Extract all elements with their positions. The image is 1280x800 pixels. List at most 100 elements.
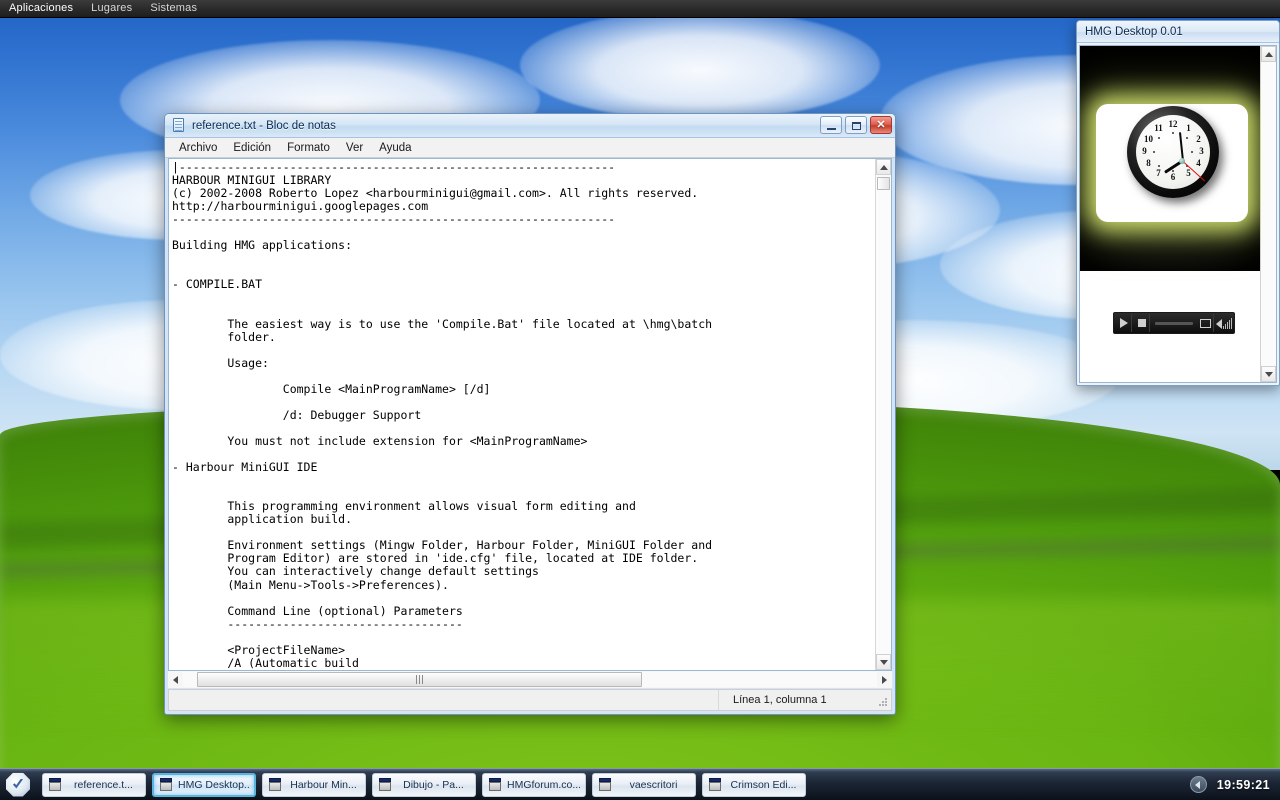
status-segment-empty (169, 690, 719, 710)
scroll-thumb-grip-icon (416, 675, 423, 684)
menu-formato[interactable]: Formato (279, 140, 338, 156)
menu-lugares[interactable]: Lugares (82, 0, 141, 17)
menu-edicion[interactable]: Edición (225, 140, 279, 156)
window-controls: ✕ (820, 116, 892, 134)
clock-face: 12 1 2 3 4 5 6 7 8 9 10 11 (1136, 115, 1210, 189)
notepad-document-icon (171, 118, 186, 133)
notepad-text-area-container[interactable]: |---------------------------------------… (168, 158, 892, 671)
stop-icon (1138, 319, 1146, 327)
clock-tick (1158, 165, 1160, 167)
taskbar-item-label: Harbour Min... (287, 779, 360, 791)
menu-ver[interactable]: Ver (338, 140, 371, 156)
clock-tick (1153, 151, 1155, 153)
hmg-scroll-track[interactable] (1261, 62, 1276, 366)
clock-number: 9 (1138, 147, 1151, 156)
hmg-window-title: HMG Desktop 0.01 (1077, 21, 1279, 43)
vertical-scrollbar[interactable] (875, 159, 891, 670)
taskbar: reference.t... HMG Desktop.. Harbour Min… (0, 768, 1280, 800)
scroll-right-button[interactable] (877, 672, 892, 687)
taskbar-item-hmgforum[interactable]: HMGforum.co... (482, 773, 586, 797)
fullscreen-button[interactable] (1198, 314, 1214, 332)
scroll-left-icon (173, 676, 178, 684)
scroll-down-button[interactable] (876, 654, 891, 670)
vertical-scroll-track[interactable] (876, 175, 891, 654)
stop-button[interactable] (1134, 314, 1150, 332)
clock-number: 10 (1142, 135, 1155, 144)
hmg-vertical-scrollbar[interactable] (1260, 46, 1276, 382)
close-button[interactable]: ✕ (870, 116, 892, 134)
clock-center-pin (1179, 158, 1185, 164)
menu-ayuda[interactable]: Ayuda (371, 140, 419, 156)
scroll-down-icon (880, 660, 888, 665)
hmg-canvas[interactable]: 12 1 2 3 4 5 6 7 8 9 10 11 (1080, 46, 1260, 382)
notepad-menubar: Archivo Edición Formato Ver Ayuda (165, 138, 895, 158)
taskbar-item-label: Dibujo - Pa... (397, 779, 470, 791)
notepad-text-content[interactable]: |---------------------------------------… (169, 159, 875, 670)
menu-aplicaciones[interactable]: Aplicaciones (0, 0, 82, 17)
close-icon: ✕ (871, 117, 891, 133)
vertical-scroll-thumb[interactable] (877, 177, 890, 190)
resize-grip-icon[interactable] (877, 696, 889, 708)
media-player-toolbar[interactable] (1113, 312, 1235, 334)
clock-number: 12 (1167, 120, 1180, 129)
horizontal-scroll-track[interactable] (183, 672, 877, 687)
scroll-down-icon (1265, 372, 1273, 377)
minimize-button[interactable] (820, 116, 842, 134)
window-icon (598, 778, 613, 792)
collapse-tray-icon[interactable] (1190, 776, 1207, 793)
hmg-window-body[interactable]: 12 1 2 3 4 5 6 7 8 9 10 11 (1079, 45, 1277, 383)
taskbar-clock[interactable]: 19:59:21 (1217, 778, 1270, 792)
clock-number: 7 (1152, 169, 1165, 178)
clock-number: 6 (1167, 173, 1180, 182)
window-icon (159, 778, 174, 792)
clock-tick (1186, 137, 1188, 139)
horizontal-scroll-thumb[interactable] (197, 672, 642, 687)
taskbar-item-dibujo-paint[interactable]: Dibujo - Pa... (372, 773, 476, 797)
gnome-top-panel: Aplicaciones Lugares Sistemas (0, 0, 1280, 18)
taskbar-item-label: HMGforum.co... (507, 779, 580, 791)
clock-tick (1158, 137, 1160, 139)
horizontal-scrollbar[interactable] (168, 671, 892, 688)
maximize-icon (852, 122, 861, 130)
hmg-desktop-window[interactable]: HMG Desktop 0.01 12 1 2 3 4 5 6 7 8 9 10 (1076, 20, 1280, 386)
scroll-right-icon (882, 676, 887, 684)
taskbar-item-hmg-desktop[interactable]: HMG Desktop.. (152, 773, 256, 797)
status-cursor-position: Línea 1, columna 1 (719, 690, 891, 710)
taskbar-item-crimson-editor[interactable]: Crimson Edi... (702, 773, 806, 797)
clock-number: 8 (1142, 159, 1155, 168)
taskbar-item-vaescritori[interactable]: vaescritori (592, 773, 696, 797)
clock-number: 11 (1152, 124, 1165, 133)
taskbar-item-label: Crimson Edi... (727, 779, 800, 791)
analog-clock-icon: 12 1 2 3 4 5 6 7 8 9 10 11 (1127, 106, 1219, 198)
notepad-window[interactable]: reference.txt - Bloc de notas ✕ Archivo … (164, 113, 896, 715)
taskbar-window-list: reference.t... HMG Desktop.. Harbour Min… (42, 773, 806, 797)
system-tray: 19:59:21 (1190, 776, 1280, 793)
scroll-left-button[interactable] (168, 672, 183, 687)
taskbar-item-reference[interactable]: reference.t... (42, 773, 146, 797)
maximize-button[interactable] (845, 116, 867, 134)
volume-control[interactable] (1216, 317, 1232, 329)
window-icon (378, 778, 393, 792)
play-button[interactable] (1116, 314, 1132, 332)
clock-number: 2 (1192, 135, 1205, 144)
notepad-window-title: reference.txt - Bloc de notas (192, 120, 336, 132)
hmg-scroll-down-button[interactable] (1261, 366, 1276, 382)
clock-number: 1 (1182, 124, 1195, 133)
fullscreen-icon (1200, 319, 1211, 328)
scroll-up-button[interactable] (876, 159, 891, 175)
taskbar-item-harbour-minigui[interactable]: Harbour Min... (262, 773, 366, 797)
taskbar-item-label: vaescritori (617, 779, 690, 791)
start-button[interactable] (0, 770, 36, 800)
minimize-icon (827, 128, 836, 130)
menu-archivo[interactable]: Archivo (171, 140, 225, 156)
clock-tick (1191, 151, 1193, 153)
window-icon (488, 778, 503, 792)
clock-number: 4 (1192, 159, 1205, 168)
notepad-titlebar[interactable]: reference.txt - Bloc de notas ✕ (165, 114, 895, 138)
menu-sistemas[interactable]: Sistemas (141, 0, 206, 17)
cloud-shape (520, 10, 880, 120)
seek-slider[interactable] (1155, 322, 1193, 325)
hmg-scroll-up-button[interactable] (1261, 46, 1276, 62)
window-icon (268, 778, 283, 792)
volume-icon (1216, 319, 1222, 329)
